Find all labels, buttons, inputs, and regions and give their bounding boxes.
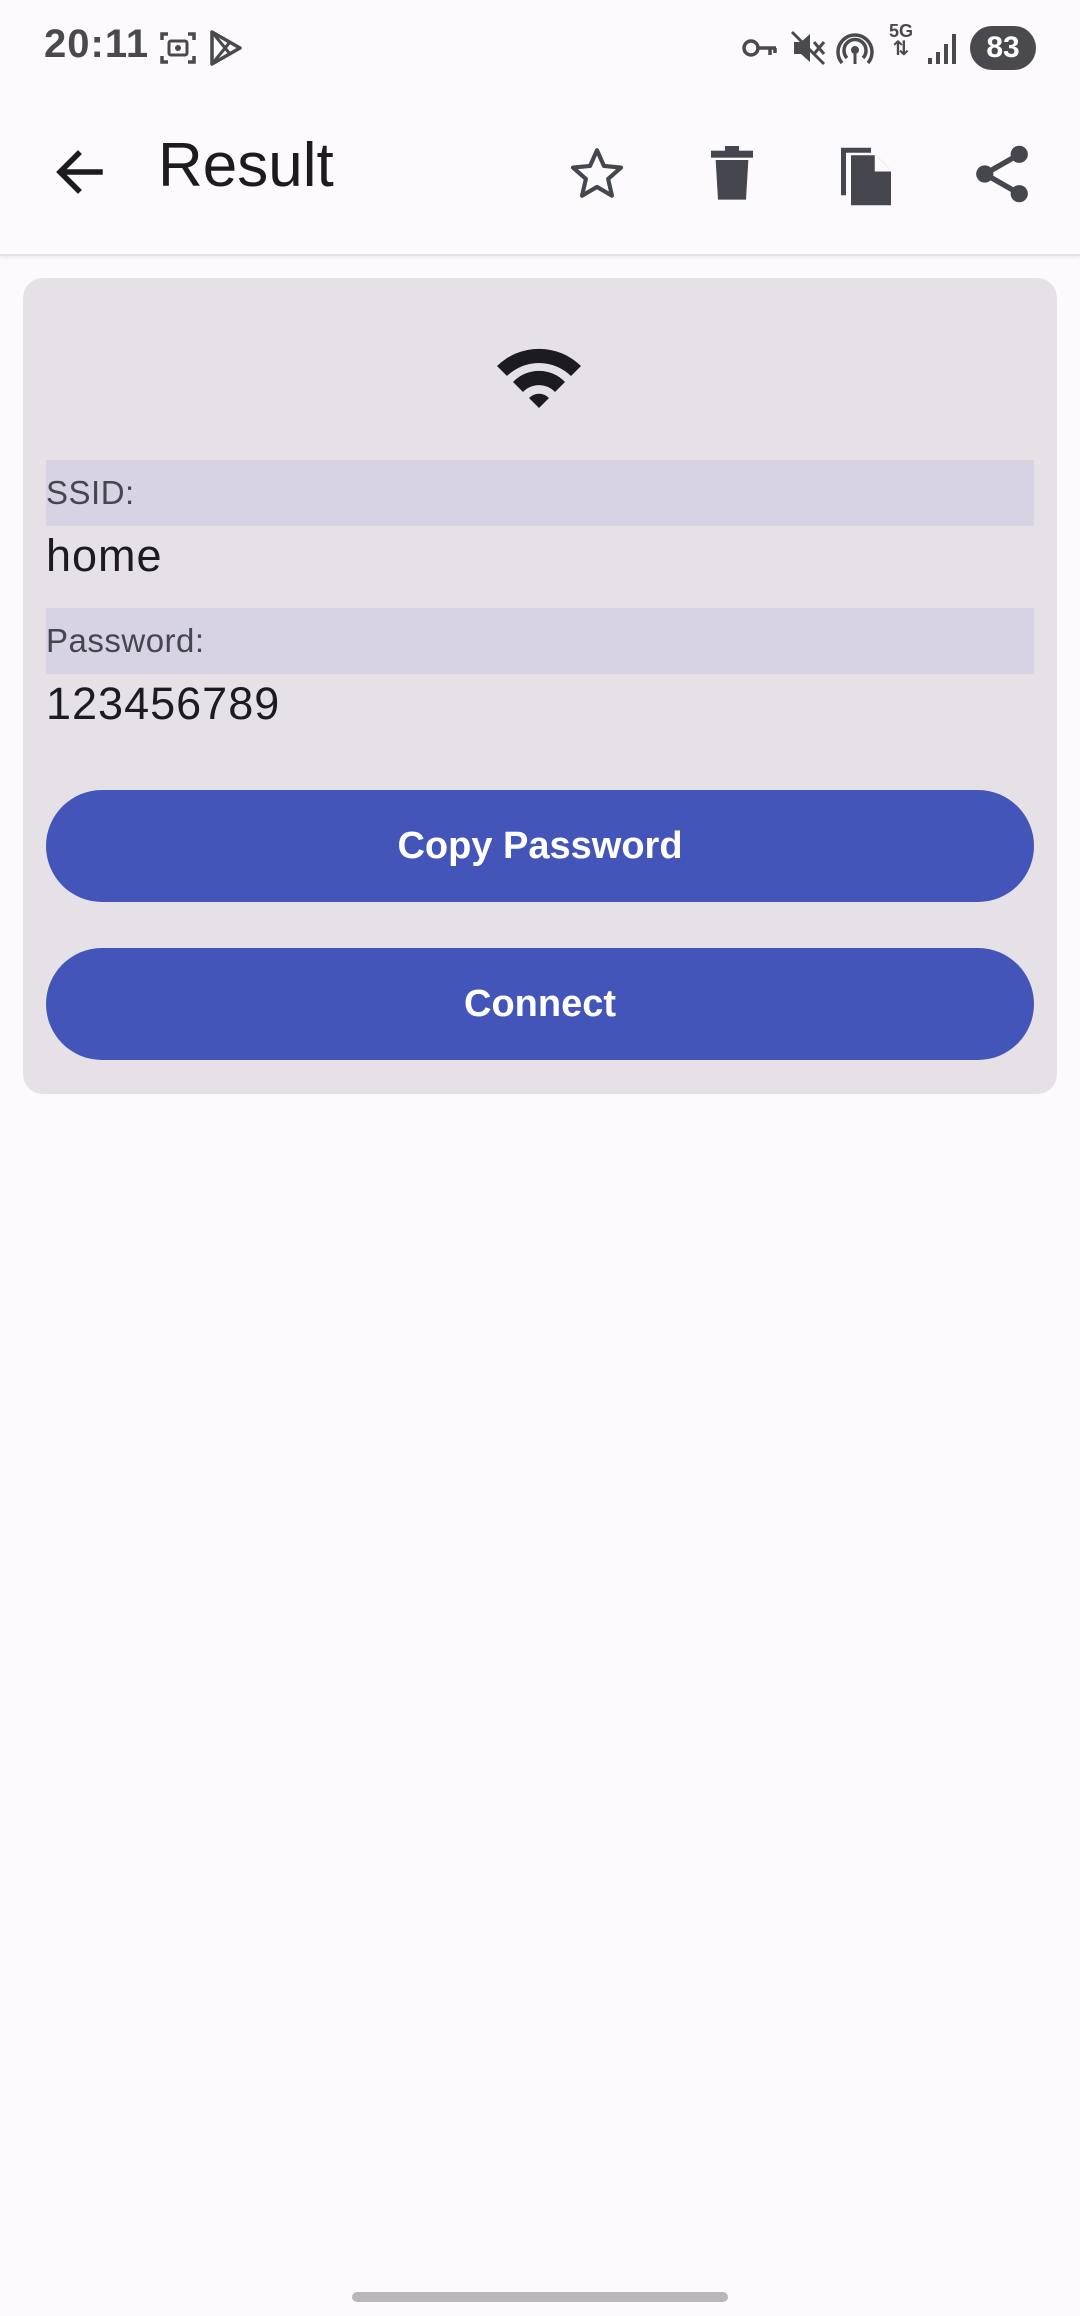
share-icon — [976, 145, 1028, 203]
copy-password-button[interactable]: Copy Password — [46, 790, 1034, 902]
connect-button[interactable]: Connect — [46, 948, 1034, 1060]
favorite-button[interactable] — [559, 134, 635, 214]
screenshot-icon — [158, 28, 198, 73]
wifi-result-card: SSID: home Password: 123456789 Copy Pass… — [23, 278, 1057, 1094]
hotspot-icon — [836, 28, 874, 73]
share-button[interactable] — [964, 134, 1040, 214]
trash-icon — [711, 146, 753, 200]
copy-button[interactable] — [828, 134, 904, 214]
arrow-back-icon — [56, 150, 103, 194]
network-type-icon: 5G ⇅ — [888, 21, 913, 60]
page-title: Result — [158, 131, 334, 200]
password-label: Password: — [46, 622, 205, 659]
star-outline-icon — [570, 148, 624, 198]
copy-file-icon — [841, 147, 891, 206]
status-time: 20:11 — [44, 22, 150, 66]
home-indicator[interactable] — [352, 2292, 728, 2302]
ssid-label-row: SSID: — [46, 460, 1034, 526]
ssid-label: SSID: — [46, 474, 135, 511]
app-bar: Result — [0, 96, 1080, 256]
battery-indicator: 83 — [970, 26, 1036, 70]
wifi-icon — [491, 340, 587, 417]
vpn-key-icon — [740, 28, 780, 73]
password-value: 123456789 — [46, 678, 281, 729]
status-bar: 20:11 5G ⇅ 83 — [0, 0, 1080, 96]
delete-button[interactable] — [694, 134, 770, 214]
play-store-icon — [208, 28, 244, 73]
ssid-value: home — [46, 530, 163, 581]
signal-icon — [926, 28, 960, 73]
password-label-row: Password: — [46, 608, 1034, 674]
mute-icon — [790, 28, 826, 73]
back-button[interactable] — [48, 140, 112, 204]
